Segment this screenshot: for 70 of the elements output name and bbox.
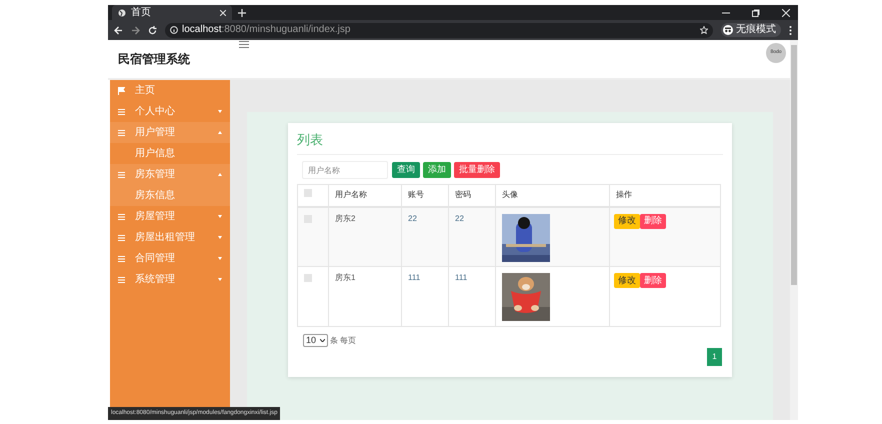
flag-icon bbox=[118, 86, 125, 94]
list-icon bbox=[118, 130, 125, 136]
sidebar-item[interactable]: 用户管理 bbox=[110, 122, 230, 143]
sidebar-item[interactable]: 合同管理 bbox=[110, 248, 230, 269]
close-tab-icon[interactable] bbox=[220, 10, 226, 16]
new-tab-icon[interactable] bbox=[238, 8, 246, 16]
info-icon bbox=[170, 26, 178, 34]
caret-up-icon bbox=[218, 173, 222, 176]
caret-down-icon bbox=[218, 278, 222, 281]
menu-icon[interactable] bbox=[239, 41, 249, 48]
edit-button[interactable]: 修改 bbox=[614, 214, 640, 228]
sidebar-item[interactable]: 房屋管理 bbox=[110, 206, 230, 227]
table-cell: 111 bbox=[408, 273, 420, 282]
sidebar-item[interactable]: 个人中心 bbox=[110, 101, 230, 122]
caret-down-icon bbox=[218, 236, 222, 239]
delete-button[interactable]: 删除 bbox=[640, 214, 666, 228]
sidebar-item[interactable]: 房屋出租管理 bbox=[110, 227, 230, 248]
caret-down-icon bbox=[218, 215, 222, 218]
close-icon[interactable] bbox=[782, 8, 790, 16]
search-field[interactable]: 用户名称 bbox=[302, 161, 388, 179]
more-icon[interactable] bbox=[789, 26, 792, 34]
sidebar-item[interactable]: 主页 bbox=[110, 80, 230, 101]
sidebar-subitem[interactable]: 房东信息 bbox=[110, 185, 230, 206]
dropdown-caret-icon bbox=[320, 339, 325, 342]
url-text: localhost:8080/minshuguanli/index.jsp bbox=[182, 25, 352, 35]
per-page-label: 条 每页 bbox=[330, 334, 356, 346]
caret-up-icon bbox=[218, 131, 222, 134]
column-header: 用户名称 bbox=[335, 190, 367, 200]
star-icon[interactable] bbox=[700, 26, 708, 34]
table-cell: 111 bbox=[455, 273, 468, 282]
table-cell: 房东2 bbox=[335, 214, 356, 222]
list-icon bbox=[118, 172, 125, 178]
back-icon[interactable] bbox=[114, 26, 123, 34]
action-button[interactable]: 查询 bbox=[392, 162, 420, 178]
action-button[interactable]: 批量删除 bbox=[454, 162, 500, 178]
table-cell: 22 bbox=[408, 214, 417, 222]
globe-icon bbox=[118, 8, 126, 16]
edit-button[interactable]: 修改 bbox=[614, 273, 640, 288]
column-header: 密码 bbox=[455, 190, 471, 200]
action-button[interactable]: 添加 bbox=[423, 162, 451, 178]
list-icon bbox=[118, 214, 125, 220]
sidebar-item[interactable]: 系统管理 bbox=[110, 269, 230, 290]
table-cell: 22 bbox=[455, 214, 464, 222]
table-cell: 房东1 bbox=[335, 273, 356, 282]
caret-down-icon bbox=[218, 110, 222, 113]
delete-button[interactable]: 删除 bbox=[640, 273, 666, 288]
address-bar[interactable]: localhost:8080/minshuguanli/index.jsp bbox=[165, 22, 713, 38]
list-icon bbox=[118, 276, 125, 282]
list-icon bbox=[118, 108, 125, 114]
browser-tab[interactable]: 首页 bbox=[112, 5, 232, 20]
column-header: 头像 bbox=[502, 190, 518, 200]
list-icon bbox=[118, 234, 125, 240]
checkbox[interactable] bbox=[304, 274, 312, 282]
column-header: 操作 bbox=[616, 190, 632, 200]
column-header: 账号 bbox=[408, 190, 424, 200]
page-size-select[interactable]: 10 bbox=[303, 334, 328, 347]
sidebar-item[interactable]: 房东管理 bbox=[110, 164, 230, 185]
site-title: 民宿管理系统 bbox=[118, 51, 190, 68]
list-icon bbox=[118, 256, 125, 262]
caret-down-icon bbox=[218, 257, 222, 260]
forward-icon[interactable] bbox=[131, 26, 140, 34]
reload-icon[interactable] bbox=[148, 26, 157, 34]
card-title: 列表 bbox=[297, 131, 324, 149]
incognito-badge[interactable]: 无痕模式 bbox=[721, 23, 781, 37]
tab-title: 首页 bbox=[131, 8, 152, 18]
page-button[interactable]: 1 bbox=[707, 348, 722, 366]
checkbox[interactable] bbox=[304, 189, 312, 197]
restore-icon[interactable] bbox=[752, 8, 760, 16]
incognito-label: 无痕模式 bbox=[736, 25, 776, 35]
incognito-icon bbox=[723, 25, 733, 35]
